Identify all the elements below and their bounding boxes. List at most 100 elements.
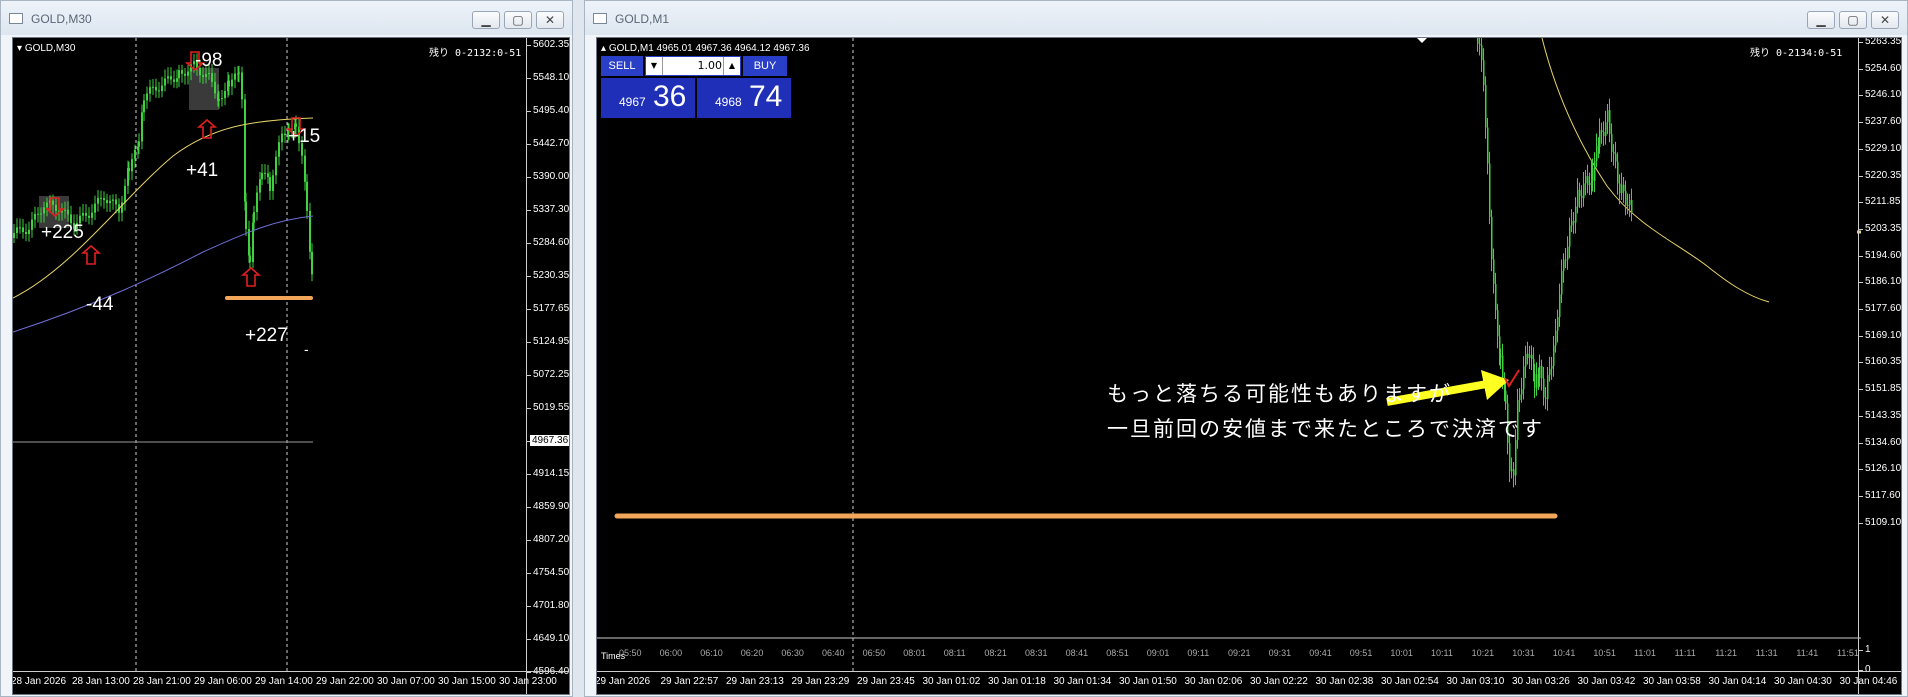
chart-window-m1[interactable]: GOLD,M1 ▁ ▢ ✕ ▴ GOLD,M1 4965.01 4967.36 …: [584, 0, 1908, 697]
candle-body: [134, 149, 136, 160]
candle-body: [1519, 394, 1521, 401]
indicator-time-tick: 06:50: [862, 648, 886, 658]
candle-body: [1629, 200, 1631, 205]
price-chart-m1[interactable]: ▴ GOLD,M1 4965.01 4967.36 4964.12 4967.3…: [596, 37, 1902, 695]
trade-label: +227: [245, 325, 288, 346]
price-axis[interactable]: 5602.35 5548.10 5495.40 5442.70 5390.00 5337.…: [526, 38, 569, 694]
candle-body: [19, 227, 21, 229]
buy-price-big: 74: [749, 80, 783, 113]
lot-size-input[interactable]: ▼ 1.00 ▲: [645, 56, 741, 76]
maximize-button[interactable]: ▢: [1839, 11, 1867, 29]
indicator-time-tick: 11:51: [1837, 648, 1859, 658]
price-axis-label: 5072.25: [526, 369, 570, 380]
candle-body: [91, 212, 93, 218]
candle-body: [64, 209, 66, 211]
bar-timer: 残り 0-2134:0-51: [1750, 48, 1843, 59]
price-axis-label: 5548.10: [526, 72, 570, 83]
indicator-time-tick: 08:41: [1065, 648, 1089, 658]
close-button[interactable]: ✕: [1871, 11, 1899, 29]
candle-body: [1581, 195, 1583, 199]
candle-body: [112, 199, 114, 201]
price-axis-label: 5390.00: [526, 171, 570, 182]
time-axis-label: 30 Jan 02:38: [1315, 676, 1374, 687]
candle-body: [241, 72, 243, 100]
buy-price-button[interactable]: 4968 74: [697, 78, 791, 118]
candle-body: [115, 199, 117, 205]
time-axis-label: 30 Jan 01:02: [922, 676, 981, 687]
candle-body: [1527, 353, 1529, 358]
candle-body: [34, 213, 36, 220]
candle-body: [1609, 110, 1611, 134]
candle-body: [1603, 131, 1605, 136]
price-axis-label: 5019.55: [526, 402, 570, 413]
candle-body: [121, 202, 123, 213]
candle-body: [234, 73, 236, 80]
price-axis-label: 5495.40: [526, 105, 570, 116]
sell-price-button[interactable]: 4967 36: [601, 78, 695, 118]
candle-body: [149, 87, 151, 94]
chart-symbol-label: ▾ GOLD,M30: [17, 43, 76, 54]
trade-label: -44: [86, 294, 114, 315]
candle-body: [158, 90, 160, 92]
candle-body: [1511, 469, 1513, 472]
minimize-button[interactable]: ▁: [1807, 11, 1835, 29]
candle-body: [267, 173, 269, 178]
price-chart-m30[interactable]: ▾ GOLD,M30 残り 0-2132:0-51 5602.35 5548.10…: [12, 37, 570, 695]
buy-button[interactable]: BUY: [743, 56, 787, 76]
time-axis[interactable]: 29 Jan 2026 29 Jan 22:57 29 Jan 23:13 29 Ja…: [597, 671, 1901, 694]
lot-decrease-button[interactable]: ▼: [646, 57, 663, 75]
close-button[interactable]: ✕: [536, 11, 564, 29]
candle-body: [275, 156, 277, 176]
candle-body: [128, 168, 130, 172]
price-axis-label: 5126.10: [1858, 463, 1902, 475]
chart-window-m30[interactable]: GOLD,M30 ▁ ▢ ✕ ▾ GOLD,M30 残り 0-2132:0-51…: [0, 0, 573, 697]
candle-body: [1529, 354, 1531, 358]
price-axis-label: 5237.60: [1858, 116, 1902, 128]
time-axis-label: 29 Jan 14:00: [255, 676, 313, 687]
window-title: GOLD,M1: [615, 12, 670, 26]
candle-body: [161, 85, 163, 91]
candle-body: [1509, 443, 1511, 472]
time-axis-label: 30 Jan 03:10: [1446, 676, 1505, 687]
time-axis[interactable]: 28 Jan 2026 28 Jan 13:00 28 Jan 21:00 29 Ja…: [13, 671, 569, 694]
price-axis-label: 4754.50: [526, 567, 570, 578]
candle-body: [141, 112, 143, 142]
time-axis-label: 29 Jan 23:13: [726, 676, 784, 687]
candle-body: [94, 203, 96, 213]
time-axis-label: 29 Jan 06:00: [194, 676, 252, 687]
candle-body: [124, 185, 126, 203]
trade-label: -98: [195, 50, 223, 71]
candle-body: [1613, 151, 1615, 154]
candle-body: [100, 197, 102, 199]
chart-symbol-label: ▴ GOLD,M1 4965.01 4967.36 4964.12 4967.3…: [601, 43, 810, 54]
indicator-time-tick: 09:41: [1309, 648, 1332, 658]
candle-body: [244, 99, 246, 202]
candle-body: [224, 91, 226, 99]
indicator-time-tick: 09:11: [1187, 648, 1210, 658]
candle-body: [228, 80, 230, 87]
indicator-time-tick: 10:01: [1390, 648, 1413, 658]
time-axis-label: 29 Jan 2026: [596, 676, 651, 687]
time-axis-label: 30 Jan 04:14: [1708, 676, 1767, 687]
candle-body: [1619, 183, 1621, 194]
maximize-button[interactable]: ▢: [504, 11, 532, 29]
price-axis[interactable]: 5263.35 5254.60 5246.10 5237.60 5229.10 5220.…: [1858, 38, 1901, 694]
candle-body: [106, 200, 108, 204]
indicator-time-tick: 10:41: [1552, 648, 1576, 658]
candle-body: [1559, 294, 1561, 318]
candle-body: [16, 227, 18, 233]
candle-body: [109, 200, 111, 204]
candle-body: [143, 100, 145, 113]
candle-body: [1601, 130, 1603, 132]
lot-increase-button[interactable]: ▲: [723, 57, 740, 75]
minimize-button[interactable]: ▁: [472, 11, 500, 29]
one-click-trading-panel[interactable]: SELL ▼ 1.00 ▲ BUY 4967 36 4968 74: [601, 56, 791, 118]
chart-symbol-text: GOLD,M30: [24, 43, 76, 54]
window-titlebar[interactable]: GOLD,M30 ▁ ▢ ✕: [1, 1, 572, 35]
sell-button[interactable]: SELL: [601, 56, 643, 76]
price-axis-label: 5151.85: [1858, 383, 1902, 395]
candle-body: [1585, 176, 1587, 184]
window-titlebar[interactable]: GOLD,M1 ▁ ▢ ✕: [585, 1, 1907, 35]
candle-body: [1557, 317, 1559, 331]
maximize-icon: ▢: [1847, 13, 1859, 27]
